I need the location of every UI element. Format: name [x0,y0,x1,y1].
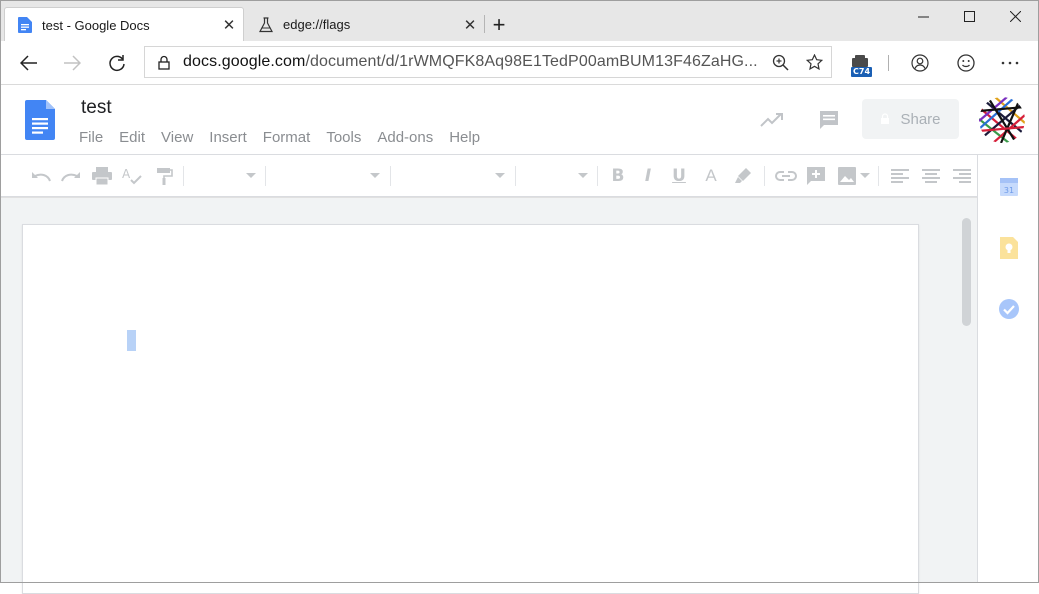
image-dropdown[interactable] [860,173,870,178]
toolbar-divider [183,166,184,186]
menu-bar: File Edit View Insert Format Tools Add-o… [79,129,496,146]
toolbar-divider [265,166,266,186]
share-button[interactable]: Share [862,99,959,139]
menu-help[interactable]: Help [449,129,496,146]
tab-close-icon[interactable]: ✕ [215,11,243,39]
settings-more-button[interactable] [993,48,1027,78]
style-dropdown[interactable] [370,173,380,178]
url-domain: docs.google.com [183,53,306,70]
new-tab-button[interactable]: + [486,11,512,39]
font-size-dropdown[interactable] [578,173,588,178]
lock-icon[interactable] [145,55,183,70]
document-canvas [0,197,977,594]
align-left-icon[interactable] [889,165,911,187]
activity-dashboard-icon[interactable] [759,107,785,133]
document-title[interactable]: test [81,97,112,119]
spellcheck-icon[interactable]: A [122,165,144,187]
document-page[interactable] [22,224,919,594]
maximize-button[interactable] [946,1,992,31]
menu-format[interactable]: Format [263,129,327,146]
url-path: /document/d/1rWMQFK8Aq98E1TedP00amBUM13F… [305,53,758,70]
flask-icon [258,16,274,33]
url-text[interactable]: docs.google.com/document/d/1rWMQFK8Aq98E… [183,53,763,71]
account-avatar[interactable] [979,97,1025,143]
maximize-icon [963,10,975,22]
calendar-day: 31 [1004,186,1014,195]
tab-title: test - Google Docs [42,17,150,33]
underline-icon[interactable]: U [668,165,690,187]
comment-icon[interactable] [805,165,827,187]
undo-icon[interactable] [30,165,52,187]
bold-icon[interactable]: B [607,165,629,187]
svg-text:A: A [122,167,131,181]
favorite-star-icon[interactable] [797,47,831,77]
comment-history-icon[interactable] [816,107,842,133]
refresh-button[interactable] [102,48,132,78]
menu-edit[interactable]: Edit [119,129,161,146]
side-panel: 31 [977,155,1039,583]
tab-close-icon[interactable]: ✕ [456,11,484,39]
tab-divider [484,15,485,33]
forward-arrow-icon [64,55,81,71]
align-center-icon[interactable] [920,165,942,187]
align-right-icon[interactable] [951,165,973,187]
back-arrow-icon [20,55,37,71]
image-icon[interactable] [836,165,858,187]
tab-strip: test - Google Docs ✕ edge://flags ✕ + [0,0,1039,42]
font-dropdown[interactable] [495,173,505,178]
italic-icon[interactable]: I [637,165,659,187]
smiley-icon [957,54,975,72]
extension-badge: C74 [851,67,873,77]
docs-header: test File Edit View Insert Format Tools … [0,85,1039,155]
feedback-button[interactable] [949,48,983,78]
paint-format-icon[interactable] [153,165,175,187]
close-icon [1009,10,1021,22]
toolbar-divider [515,166,516,186]
toolbar-divider [888,55,889,71]
google-docs-logo-icon[interactable] [25,100,55,140]
toolbar-divider [390,166,391,186]
menu-insert[interactable]: Insert [209,129,263,146]
window-close-button[interactable] [992,1,1038,31]
formatting-toolbar: A B I U A [0,155,977,197]
text-cursor [127,330,136,351]
redo-icon[interactable] [60,165,82,187]
menu-tools[interactable]: Tools [326,129,377,146]
toolbar-divider [764,166,765,186]
calendar-icon[interactable]: 31 [998,175,1020,197]
tasks-icon[interactable] [998,298,1020,320]
minimize-button[interactable] [900,1,946,31]
text-color-icon[interactable]: A [700,165,722,187]
vertical-scrollbar[interactable] [962,218,971,326]
tab-edge-flags[interactable]: edge://flags ✕ [246,7,484,42]
menu-add-ons[interactable]: Add-ons [377,129,449,146]
zoom-icon[interactable] [763,47,797,77]
minimize-icon [917,16,929,17]
person-icon [911,54,929,72]
menu-view[interactable]: View [161,129,209,146]
address-bar[interactable]: docs.google.com/document/d/1rWMQFK8Aq98E… [144,46,832,78]
zoom-dropdown[interactable] [246,173,256,178]
refresh-icon [109,55,125,72]
menu-file[interactable]: File [79,129,119,146]
toolbar-divider [597,166,598,186]
tab-google-docs[interactable]: test - Google Docs ✕ [4,7,244,42]
toolbar-divider [878,166,879,186]
keep-icon[interactable] [998,237,1020,259]
print-icon[interactable] [91,165,113,187]
address-toolbar: docs.google.com/document/d/1rWMQFK8Aq98E… [0,41,1039,85]
more-horizontal-icon [1001,61,1019,65]
highlight-icon[interactable] [732,165,754,187]
forward-button[interactable] [57,48,87,78]
extension-button[interactable]: C74 [843,48,877,78]
back-button[interactable] [14,48,44,78]
share-label: Share [900,110,941,128]
profile-button[interactable] [903,48,937,78]
link-icon[interactable] [775,165,797,187]
tab-title: edge://flags [283,17,351,32]
google-docs-icon [17,17,33,33]
lock-icon [881,113,890,124]
